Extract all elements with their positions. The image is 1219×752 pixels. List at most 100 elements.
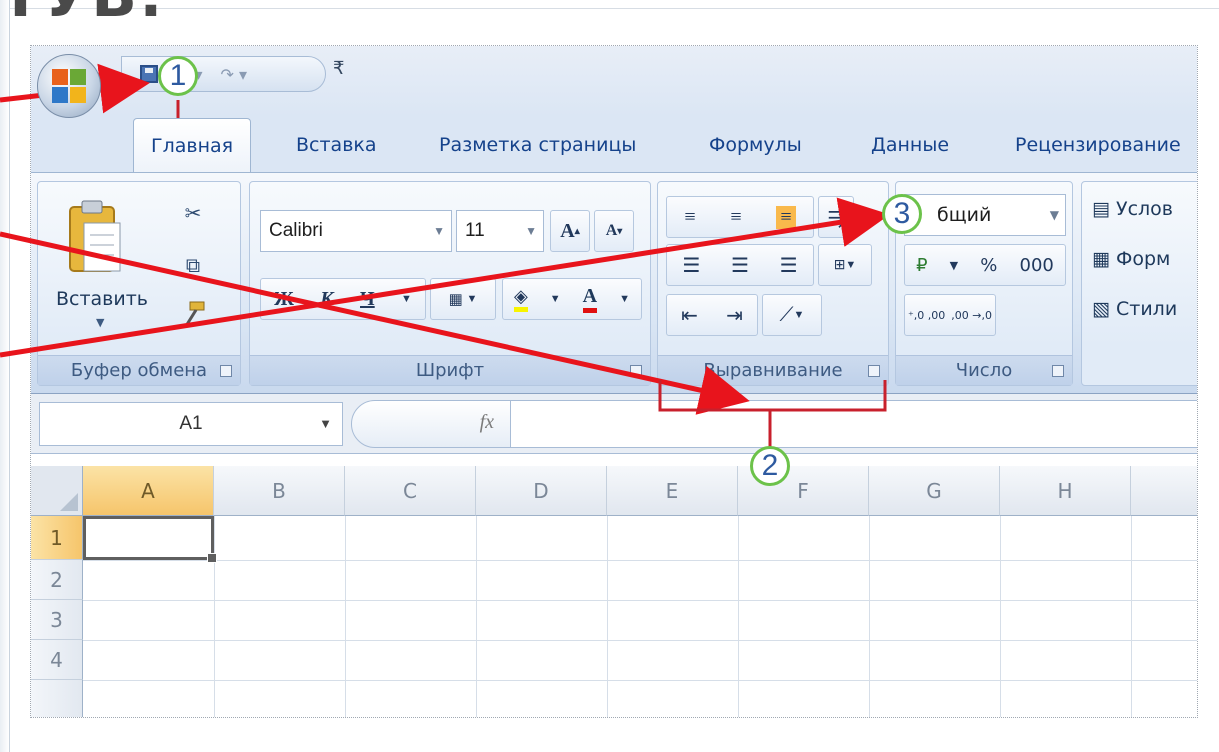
group-label-font: Шрифт [250, 355, 650, 385]
align-middle-icon[interactable]: ≡ [730, 206, 741, 229]
chevron-down-icon: ▼ [466, 293, 478, 305]
cell-styles-label: Стили [1116, 298, 1178, 320]
font-color-button[interactable]: A [582, 285, 598, 313]
name-box-value: A1 [179, 413, 203, 434]
chevron-down-icon[interactable]: ▼ [550, 293, 561, 305]
number-format-select[interactable]: бщий ▼ [904, 194, 1066, 236]
column-header-a[interactable]: A [83, 466, 214, 516]
chevron-down-icon[interactable]: ▼ [619, 293, 630, 305]
tab-insert[interactable]: Вставка [296, 134, 377, 156]
chevron-down-icon[interactable]: ▼ [950, 259, 958, 272]
decrease-indent-icon[interactable]: ⇤ [681, 303, 698, 328]
wrap-text-icon[interactable]: ⇶ [818, 196, 854, 238]
redo-icon[interactable]: ↷ ▾ [221, 65, 248, 84]
shrink-font-button[interactable]: A ▾ [594, 210, 634, 252]
column-header-b[interactable]: B [214, 466, 345, 516]
thousands-button[interactable]: 000 [1020, 255, 1054, 276]
office-button[interactable] [37, 54, 101, 118]
chevron-down-icon[interactable]: ▼ [319, 403, 332, 445]
underline-dropdown-icon[interactable]: ▼ [401, 293, 412, 305]
borders-button[interactable]: ▦ ▼ [430, 278, 496, 320]
active-cell-a1[interactable] [83, 516, 217, 563]
row-header-1[interactable]: 1 [31, 516, 83, 560]
fill-font-color-group: ◈ ▼ A ▼ [502, 278, 642, 320]
group-label-alignment: Выравнивание [658, 355, 888, 385]
decimal-buttons: ⁺,0 ,00 ,00 →,0 [904, 294, 996, 336]
column-header-e[interactable]: E [607, 466, 738, 516]
fill-color-icon[interactable]: ◈ [513, 286, 528, 312]
font-size-value: 11 [465, 220, 485, 241]
tab-formulas[interactable]: Формулы [709, 134, 802, 156]
format-painter-icon[interactable] [176, 298, 210, 332]
column-line [607, 516, 608, 717]
group-font: Calibri ▼ 11 ▼ A ▴ A ▾ Ж К Ч ▼ ▦ ▼ ◈ ▼ A ▼ [249, 181, 651, 386]
tab-page-layout[interactable]: Разметка страницы [439, 134, 636, 156]
align-top-icon[interactable]: ≡ [684, 206, 695, 229]
column-header-g[interactable]: G [869, 466, 1000, 516]
tab-data[interactable]: Данные [871, 134, 949, 156]
cell-styles-icon: ▧ [1092, 298, 1110, 320]
merge-icon: ⊞ [833, 257, 846, 273]
cut-icon[interactable]: ✂ [176, 196, 210, 230]
increase-decimal-button[interactable]: ⁺,0 ,00 [908, 309, 945, 322]
column-header-d[interactable]: D [476, 466, 607, 516]
column-line [1131, 516, 1132, 717]
italic-button[interactable]: К [320, 288, 334, 311]
column-header-h[interactable]: H [1000, 466, 1131, 516]
ribbon-tabs: Главная Вставка Разметка страницы Формул… [31, 116, 1197, 172]
conditional-formatting-label: Услов [1116, 198, 1173, 220]
tab-review[interactable]: Рецензирование [1015, 134, 1181, 156]
number-format-buttons: ₽ ▼ % 000 [904, 244, 1066, 286]
clipboard-launcher-icon[interactable] [220, 365, 232, 377]
row-header-4[interactable]: 4 [31, 640, 83, 680]
tab-home[interactable]: Главная [133, 118, 252, 172]
group-alignment: ≡ ≡ ≡ ⇶ ☰ ☰ ☰ ⊞ ▼ ⇤ ⇥ ⟋ ▼ Выравнивание [657, 181, 889, 386]
column-header-c[interactable]: C [345, 466, 476, 516]
align-right-icon[interactable]: ☰ [780, 253, 798, 278]
alignment-launcher-icon[interactable] [868, 365, 880, 377]
row-header-3[interactable]: 3 [31, 600, 83, 640]
font-launcher-icon[interactable] [630, 365, 642, 377]
bold-button[interactable]: Ж [274, 288, 294, 311]
grow-font-button[interactable]: A ▴ [550, 210, 590, 252]
orientation-icon: ⟋ [779, 303, 794, 326]
cell-styles-button[interactable]: ▧ Стили [1092, 298, 1177, 320]
save-icon[interactable] [140, 65, 158, 83]
horizontal-align-group: ☰ ☰ ☰ [666, 244, 814, 286]
align-bottom-icon[interactable]: ≡ [776, 205, 796, 229]
insert-function-button[interactable]: fx [480, 411, 494, 434]
format-as-table-button[interactable]: ▦ Форм [1092, 248, 1170, 270]
font-style-group: Ж К Ч ▼ [260, 278, 426, 320]
column-line [214, 516, 215, 717]
orientation-button[interactable]: ⟋ ▼ [762, 294, 822, 336]
font-size-select[interactable]: 11 ▼ [456, 210, 544, 252]
column-line [738, 516, 739, 717]
align-center-icon[interactable]: ☰ [731, 253, 749, 278]
increase-indent-icon[interactable]: ⇥ [726, 303, 743, 328]
qat-customize-button[interactable]: ₹ [333, 58, 344, 79]
column-header-partial[interactable] [1131, 466, 1197, 516]
decrease-decimal-button[interactable]: ,00 →,0 [951, 309, 992, 322]
row-line [83, 560, 1197, 561]
slide-title: ТУВ: [0, 0, 165, 26]
paste-dropdown-icon[interactable]: ▼ [96, 316, 104, 329]
indent-group: ⇤ ⇥ [666, 294, 758, 336]
formula-input[interactable] [511, 400, 1197, 448]
percent-button[interactable]: % [980, 255, 997, 276]
paste-icon[interactable] [58, 192, 134, 282]
align-left-icon[interactable]: ☰ [682, 253, 700, 278]
number-format-value: бщий [937, 204, 992, 226]
row-header-5[interactable] [31, 680, 83, 717]
copy-icon[interactable]: ⧉ [176, 248, 210, 282]
underline-button[interactable]: Ч [360, 288, 375, 311]
currency-icon[interactable]: ₽ [916, 255, 927, 276]
font-name-select[interactable]: Calibri ▼ [260, 210, 452, 252]
conditional-formatting-button[interactable]: ▤ Услов [1092, 198, 1173, 220]
number-launcher-icon[interactable] [1052, 365, 1064, 377]
chevron-down-icon: ▼ [845, 259, 857, 271]
row-header-2[interactable]: 2 [31, 560, 83, 600]
name-box[interactable]: A1 ▼ [39, 402, 343, 446]
select-all-button[interactable] [31, 466, 83, 516]
merge-center-button[interactable]: ⊞ ▼ [818, 244, 872, 286]
paste-button[interactable]: Вставить [46, 288, 158, 310]
